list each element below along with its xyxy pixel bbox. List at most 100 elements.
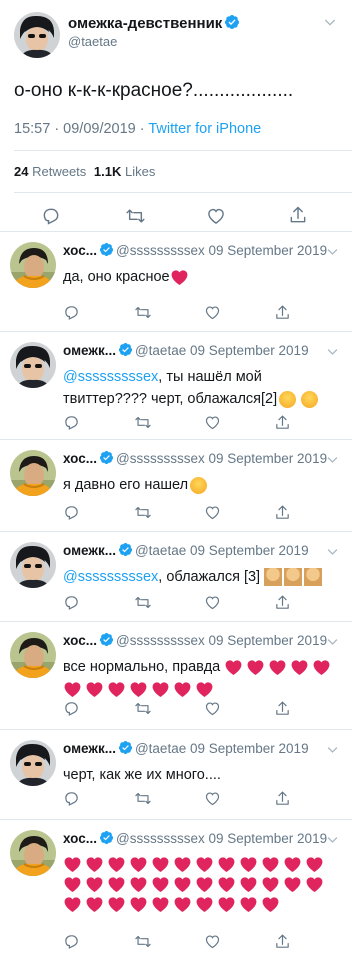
reply-author-name[interactable]: омежк...: [63, 343, 116, 358]
reply-author-handle[interactable]: @taetae: [135, 741, 186, 756]
chevron-down-icon[interactable]: [325, 244, 340, 259]
share-icon[interactable]: [274, 304, 291, 321]
like-icon[interactable]: [204, 414, 221, 431]
share-icon[interactable]: [274, 700, 291, 717]
reply-author-handle[interactable]: @taetae: [135, 343, 186, 358]
reply-icon[interactable]: [63, 304, 80, 321]
reply-author-handle[interactable]: @sssssssssex: [116, 633, 205, 648]
mention-link[interactable]: @sssssssssex: [63, 569, 158, 585]
reply-text: все нормально, правда: [63, 656, 348, 700]
reply-author-name[interactable]: хос...: [63, 451, 97, 466]
like-icon[interactable]: [204, 933, 221, 950]
verified-icon: [99, 450, 114, 465]
reply-tweet[interactable]: хос... @sssssssssex 09 September 2019 все…: [0, 622, 352, 730]
avatar[interactable]: [10, 632, 56, 678]
retweet-icon[interactable]: [134, 790, 152, 807]
reply-icon[interactable]: [63, 933, 80, 950]
chevron-down-icon[interactable]: [325, 344, 340, 359]
chevron-down-icon[interactable]: [325, 452, 340, 467]
main-author-handle[interactable]: @taetae: [68, 34, 117, 49]
avatar[interactable]: [10, 450, 56, 496]
share-icon[interactable]: [274, 504, 291, 521]
reply-text-content: все нормально, правда: [63, 659, 221, 675]
reply-text: да, оно красное: [63, 266, 348, 288]
reply-icon[interactable]: [63, 594, 80, 611]
main-author-name[interactable]: омежка-девственник: [68, 14, 242, 32]
chevron-down-icon[interactable]: [322, 14, 338, 30]
like-icon[interactable]: [204, 304, 221, 321]
reply-author-handle[interactable]: @sssssssssex: [116, 451, 205, 466]
reply-tweet[interactable]: хос... @sssssssssex 09 September 2019: [0, 820, 352, 960]
reply-author-handle[interactable]: @taetae: [135, 543, 186, 558]
share-icon[interactable]: [274, 790, 291, 807]
retweet-icon[interactable]: [134, 700, 152, 717]
like-icon[interactable]: [204, 594, 221, 611]
like-icon[interactable]: [204, 504, 221, 521]
chevron-down-icon[interactable]: [325, 634, 340, 649]
reply-tweet[interactable]: омежк... @taetae 09 September 2019 черт, …: [0, 730, 352, 820]
reply-icon[interactable]: [63, 504, 80, 521]
retweets-label[interactable]: Retweets: [32, 164, 86, 179]
retweet-icon[interactable]: [134, 594, 152, 611]
likes-label[interactable]: Likes: [125, 164, 155, 179]
facepalm-emoji-icon: [304, 568, 323, 587]
retweet-icon[interactable]: [134, 933, 152, 950]
reply-tweet[interactable]: омежк... @taetae 09 September 2019 @sssss…: [0, 532, 352, 622]
avatar[interactable]: [10, 740, 56, 786]
reply-icon[interactable]: [41, 206, 61, 226]
chevron-down-icon[interactable]: [325, 832, 340, 847]
reply-icon[interactable]: [63, 700, 80, 717]
reply-author-handle[interactable]: @sssssssssex: [116, 243, 205, 258]
likes-count[interactable]: 1.1K: [94, 164, 121, 179]
heart-emoji-icon: [151, 855, 170, 874]
reply-action-bar: [0, 304, 352, 324]
reply-action-bar: [0, 933, 352, 953]
reply-icon[interactable]: [63, 790, 80, 807]
heart-emoji-icon: [290, 658, 309, 677]
heart-emoji-icon: [107, 895, 126, 914]
reply-author-name[interactable]: хос...: [63, 243, 97, 258]
divider: [14, 150, 352, 151]
reply-author-name[interactable]: омежк...: [63, 741, 116, 756]
reply-header: хос... @sssssssssex 09 September 2019: [63, 242, 327, 258]
like-icon[interactable]: [204, 790, 221, 807]
retweet-icon[interactable]: [134, 304, 152, 321]
retweet-icon[interactable]: [134, 504, 152, 521]
tweet-source-link[interactable]: Twitter for iPhone: [148, 121, 261, 137]
chevron-down-icon[interactable]: [325, 544, 340, 559]
mention-link[interactable]: @sssssssssex: [63, 369, 158, 385]
heart-emoji-icon: [63, 855, 82, 874]
chevron-down-icon[interactable]: [325, 742, 340, 757]
like-icon[interactable]: [206, 206, 226, 226]
retweets-count[interactable]: 24: [14, 164, 28, 179]
share-icon[interactable]: [274, 414, 291, 431]
heart-emoji-icon: [107, 680, 126, 699]
avatar[interactable]: [10, 342, 56, 388]
share-icon[interactable]: [274, 933, 291, 950]
heart-emoji-icon: [63, 875, 82, 894]
tweet-timestamp: 15:57 · 09/09/2019 ·: [14, 121, 149, 137]
reply-text-content: да, оно красное: [63, 269, 170, 285]
reply-icon[interactable]: [63, 414, 80, 431]
reply-action-bar: [0, 700, 352, 720]
reply-action-bar: [0, 594, 352, 614]
reply-action-bar: [0, 414, 352, 434]
avatar[interactable]: [10, 542, 56, 588]
avatar[interactable]: [14, 12, 60, 58]
reply-author-name[interactable]: хос...: [63, 633, 97, 648]
reply-date: 09 September 2019: [189, 741, 309, 756]
share-icon[interactable]: [274, 594, 291, 611]
avatar[interactable]: [10, 830, 56, 876]
reply-author-handle[interactable]: @sssssssssex: [116, 831, 205, 846]
reply-tweet[interactable]: хос... @sssssssssex 09 September 2019 да,…: [0, 232, 352, 332]
reply-author-name[interactable]: хос...: [63, 831, 97, 846]
heart-emoji-icon: [173, 680, 192, 699]
reply-tweet[interactable]: хос... @sssssssssex 09 September 2019 я д…: [0, 440, 352, 532]
like-icon[interactable]: [204, 700, 221, 717]
retweet-icon[interactable]: [125, 206, 146, 226]
reply-tweet[interactable]: омежк... @taetae 09 September 2019 @sssss…: [0, 332, 352, 440]
avatar[interactable]: [10, 242, 56, 288]
reply-author-name[interactable]: омежк...: [63, 543, 116, 558]
retweet-icon[interactable]: [134, 414, 152, 431]
share-icon[interactable]: [288, 205, 308, 225]
